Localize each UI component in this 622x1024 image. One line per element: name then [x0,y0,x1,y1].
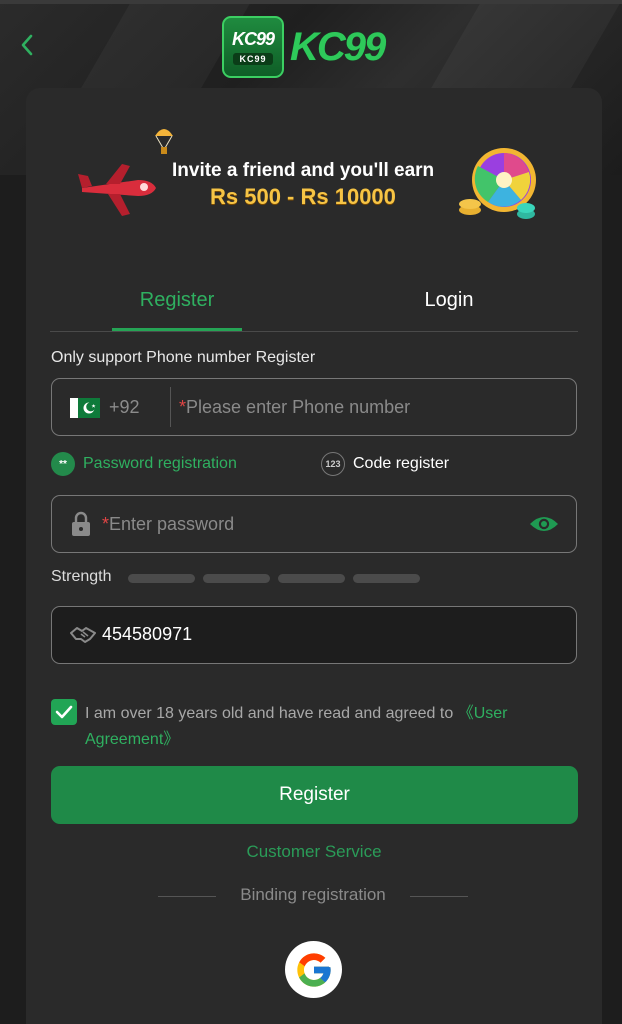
password-mode-icon: ** [51,452,75,476]
invite-code-value: 454580971 [102,624,193,644]
invite-banner[interactable]: Invite a friend and you'll earn Rs 500 -… [78,124,548,224]
google-icon [296,952,331,987]
password-mode-label: Password registration [83,455,237,472]
invite-code-field[interactable]: 454580971 [51,606,577,664]
phone-placeholder-text: Please enter Phone number [186,397,411,417]
agreement-row: I am over 18 years old and have read and… [51,699,577,751]
code-mode-icon: 123 [321,452,345,476]
customer-service-link[interactable]: Customer Service [0,842,622,862]
agreement-statement: I am over 18 years old and have read and… [85,705,458,722]
password-placeholder: *Enter password [102,514,234,535]
divider-line [410,896,468,897]
active-tab-indicator [112,328,242,331]
top-divider [0,0,622,4]
binding-registration-label: Binding registration [240,885,386,904]
chevron-left-icon [21,34,33,56]
banner-line1: Invite a friend and you'll earn [172,160,435,181]
strength-bar [203,574,270,583]
tab-login-label: Login [424,288,474,311]
strength-meter [128,574,420,583]
pakistan-flag-icon [70,398,100,418]
tab-register-label: Register [139,288,215,311]
agreement-text: I am over 18 years old and have read and… [85,701,575,753]
strength-label: Strength [51,568,112,585]
banner-line2: Rs 500 - Rs 10000 [210,184,396,209]
handshake-icon [70,627,96,643]
airplane-icon [78,164,156,216]
tab-login[interactable]: Login [384,270,514,330]
required-mark: * [179,397,187,417]
registration-mode-selector: ** Password registration 123 Code regist… [51,452,577,478]
code-register-option[interactable]: 123 Code register [321,452,449,476]
strength-bar [128,574,195,583]
logo-badge-big: KC99 [231,29,275,49]
back-button[interactable] [12,30,42,60]
lock-icon [72,511,90,536]
register-button[interactable]: Register [51,766,578,824]
binding-registration-divider: Binding registration [158,885,468,907]
logo-badge-small: KC99 [233,53,273,65]
check-icon [55,705,73,719]
required-mark: * [102,514,110,534]
phone-placeholder: *Please enter Phone number [179,397,410,418]
google-login-button[interactable] [285,941,342,998]
app-logo: KC99 KC99 KC99 [222,14,386,80]
field-divider [170,387,171,427]
password-placeholder-text: Enter password [109,514,235,534]
tab-register[interactable]: Register [112,270,242,330]
register-card [26,88,602,1024]
logo-badge: KC99 KC99 [222,16,284,78]
strength-bar [278,574,345,583]
logo-text: KC99 [290,24,386,69]
phone-field[interactable]: +92 *Please enter Phone number [51,378,577,436]
agreement-checkbox[interactable] [51,699,77,725]
eye-icon[interactable] [528,512,560,536]
password-field[interactable]: *Enter password [51,495,577,553]
wheel-icon [459,148,536,219]
password-registration-option[interactable]: ** Password registration [51,452,237,476]
code-mode-label: Code register [353,455,450,472]
parachute-icon [155,129,173,154]
strength-bar [353,574,420,583]
auth-tabs: Register Login [50,270,578,332]
phone-support-label: Only support Phone number Register [51,349,316,366]
country-code[interactable]: +92 [109,397,140,418]
